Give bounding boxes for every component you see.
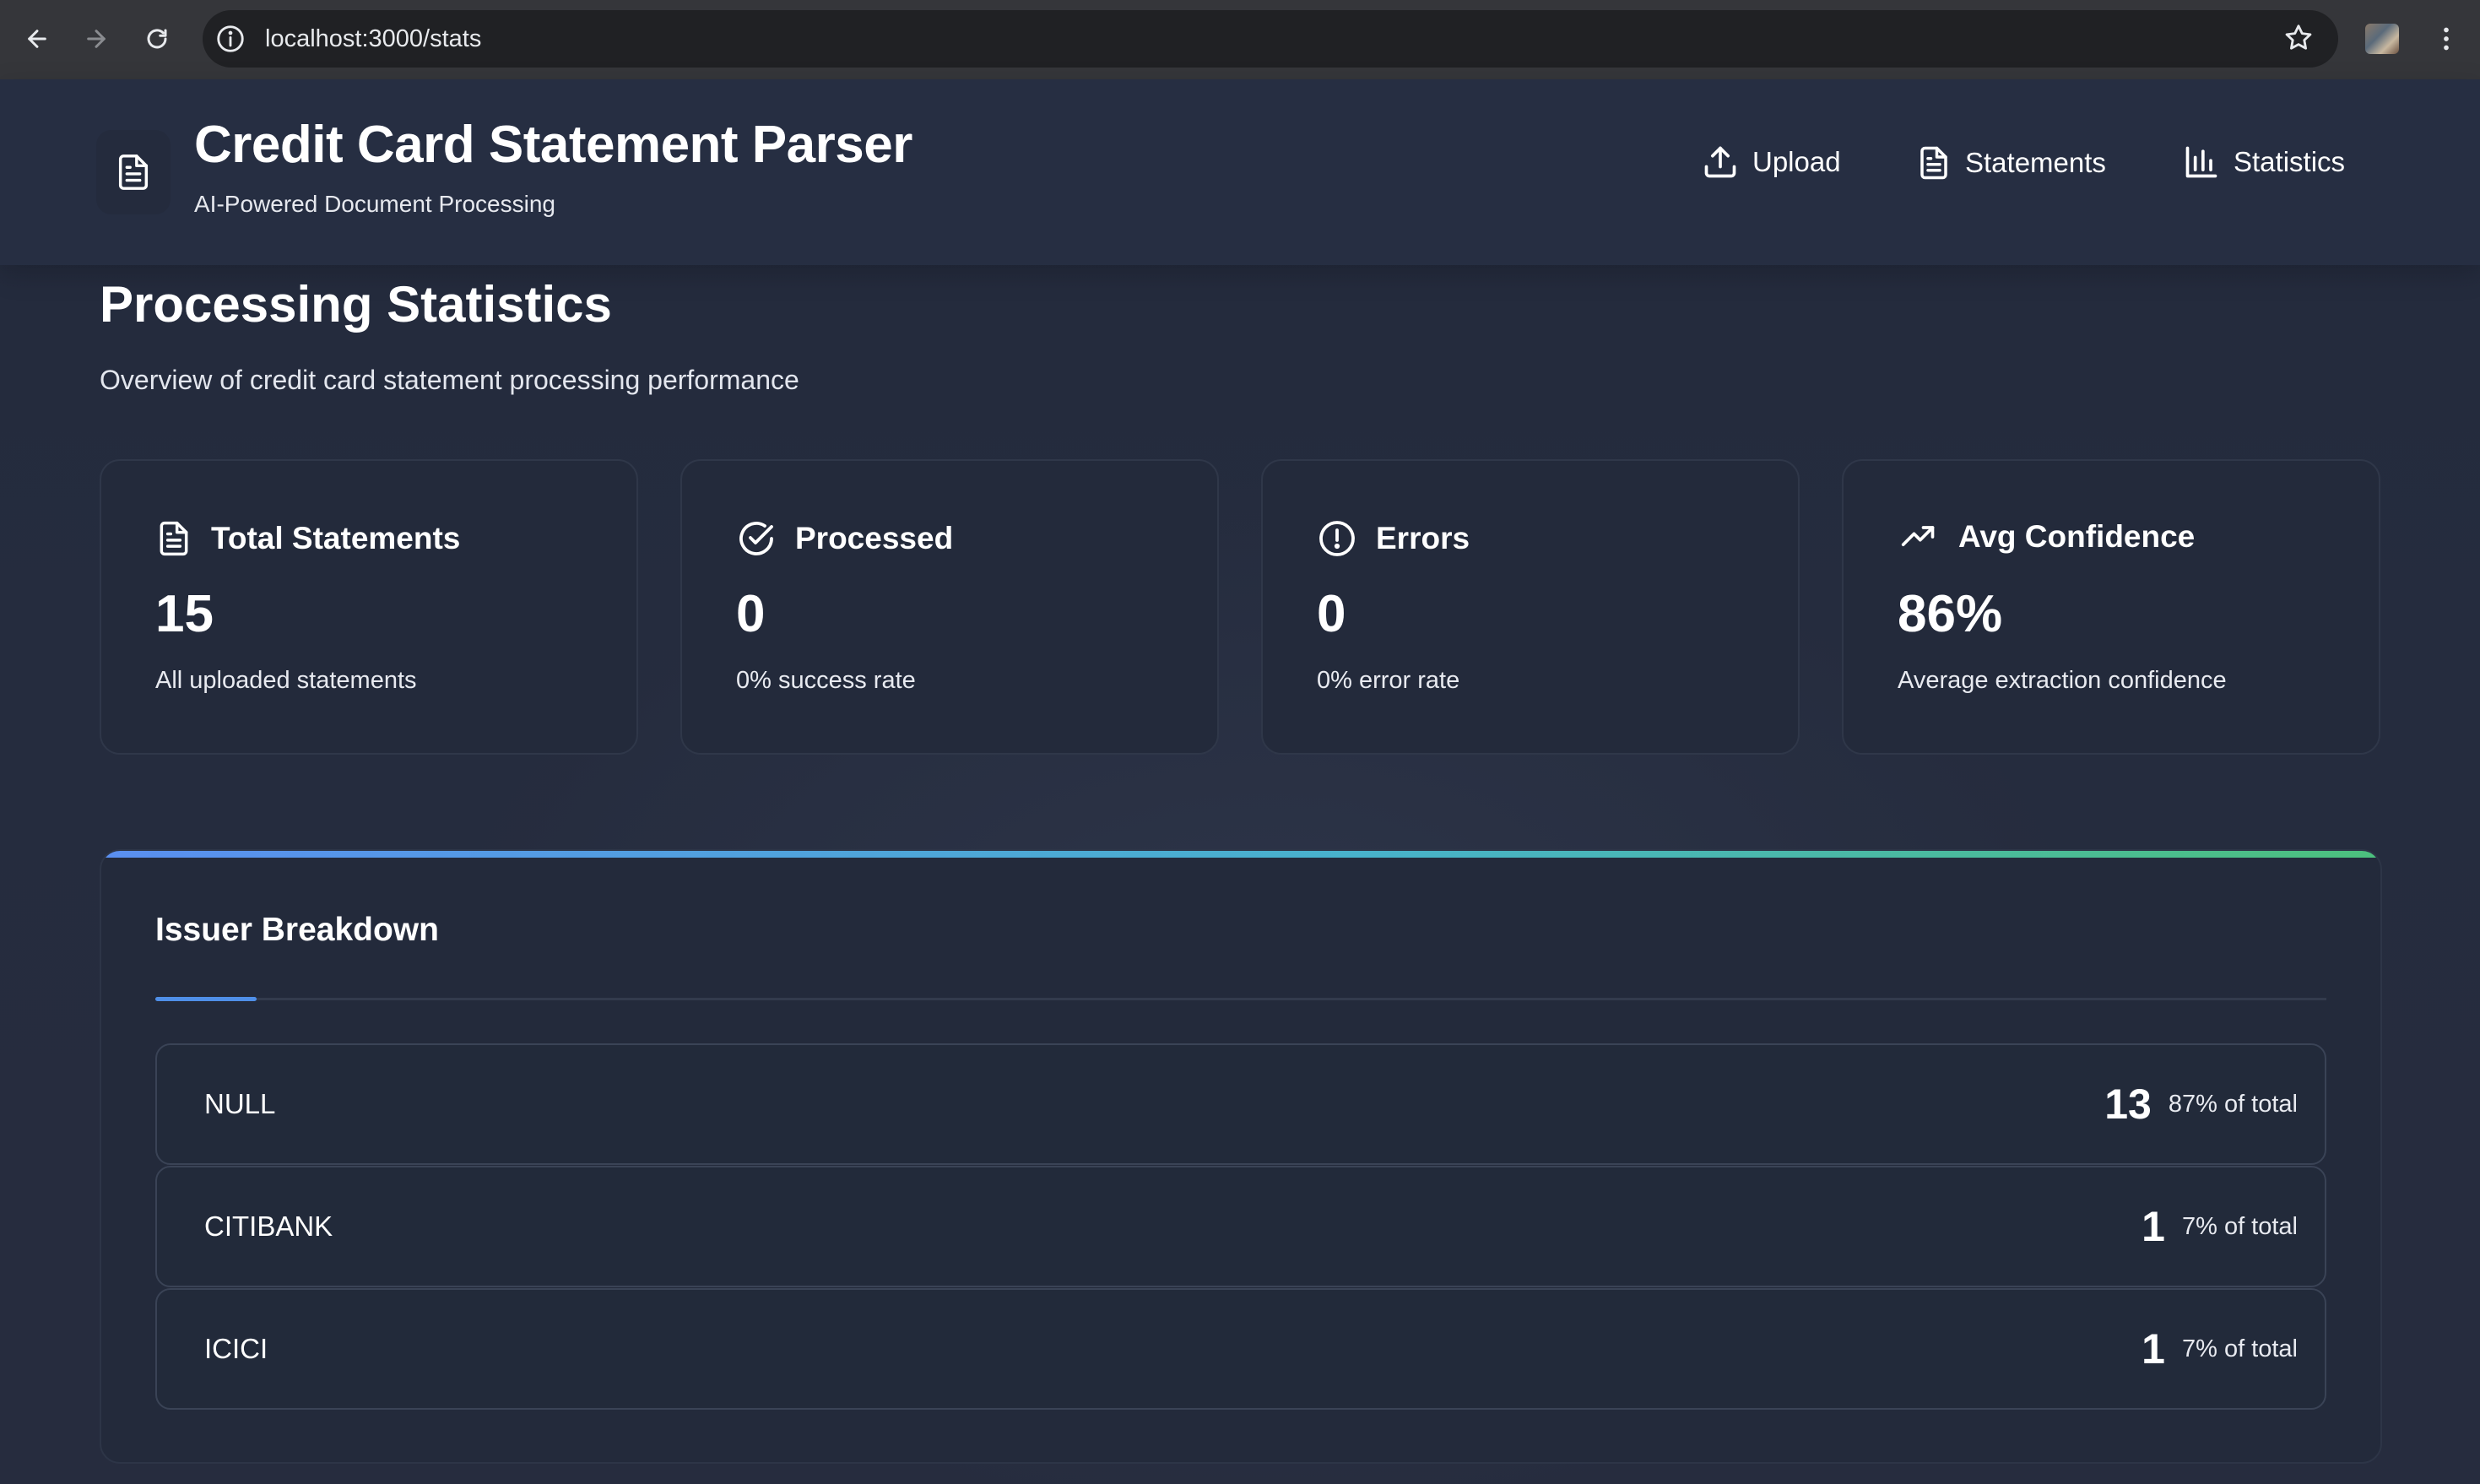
stat-card-errors: Errors 0 0% error rate	[1261, 459, 1800, 755]
url-text[interactable]: localhost:3000/stats	[265, 10, 481, 68]
issuer-row[interactable]: CITIBANK 1 7% of total	[155, 1166, 2326, 1287]
back-button[interactable]	[19, 20, 56, 57]
forward-button[interactable]	[78, 20, 115, 57]
trending-up-icon	[1901, 526, 1935, 546]
stat-label: Errors	[1376, 521, 1470, 555]
issuer-percent: 7% of total	[2181, 1335, 2298, 1362]
page-subtitle: Overview of credit card statement proces…	[100, 365, 799, 395]
issuer-row[interactable]: NULL 13 87% of total	[155, 1043, 2326, 1165]
divider-accent	[155, 997, 257, 1001]
nav-statistics-label: Statistics	[2234, 146, 2346, 177]
nav-statistics[interactable]: Statistics	[2183, 144, 2345, 181]
arrow-right-icon	[87, 30, 106, 48]
issuer-count: 13	[2104, 1081, 2152, 1128]
stat-value: 0	[1317, 585, 1346, 643]
site-info-icon[interactable]	[214, 23, 246, 59]
page: Credit Card Statement Parser AI-Powered …	[0, 79, 2480, 1484]
check-circle-icon	[739, 522, 773, 555]
issuer-name: CITIBANK	[204, 1210, 333, 1242]
stat-value: 86%	[1898, 585, 2003, 643]
stat-label: Processed	[795, 521, 954, 555]
stat-description: All uploaded statements	[155, 667, 417, 694]
nav-upload[interactable]: Upload	[1702, 144, 1841, 181]
issuer-breakdown-panel: Issuer Breakdown NULL 13 87% of total CI…	[100, 849, 2382, 1464]
stat-card-total: Total Statements 15 All uploaded stateme…	[100, 459, 638, 755]
browser-menu-button[interactable]	[2431, 22, 2461, 60]
arrow-left-icon	[28, 30, 46, 48]
reload-icon	[147, 29, 167, 49]
gradient-accent-bar	[101, 851, 2380, 858]
issuer-percent: 87% of total	[2168, 1090, 2298, 1118]
document-icon	[1920, 146, 1947, 180]
stat-label: Avg Confidence	[1958, 519, 2196, 554]
issuer-name: ICICI	[204, 1333, 268, 1364]
stat-description: Average extraction confidence	[1898, 667, 2227, 694]
issuer-count: 1	[2142, 1325, 2165, 1373]
stat-label: Total Statements	[211, 521, 461, 555]
bookmark-star-icon[interactable]	[2282, 22, 2315, 58]
more-vertical-icon	[2444, 27, 2449, 51]
stat-value: 15	[155, 585, 214, 643]
app-subtitle: AI-Powered Document Processing	[194, 191, 555, 217]
stat-card-processed: Processed 0 0% success rate	[680, 459, 1219, 755]
document-icon	[160, 521, 188, 556]
nav-statements-label: Statements	[1965, 147, 2106, 178]
stat-description: 0% success rate	[736, 667, 916, 694]
issuer-percent: 7% of total	[2181, 1212, 2298, 1240]
stat-description: 0% error rate	[1317, 667, 1460, 694]
issuer-count: 1	[2142, 1203, 2165, 1250]
nav-statements[interactable]: Statements	[1916, 144, 2106, 182]
page-title: Processing Statistics	[100, 276, 612, 333]
stat-card-confidence: Avg Confidence 86% Average extraction co…	[1842, 459, 2380, 755]
breakdown-title: Issuer Breakdown	[155, 912, 439, 948]
issuer-name: NULL	[204, 1088, 276, 1119]
divider	[155, 998, 2326, 1000]
app-logo[interactable]	[96, 130, 171, 214]
nav-upload-label: Upload	[1752, 146, 1841, 177]
document-icon	[118, 154, 149, 190]
reload-button[interactable]	[138, 20, 176, 57]
issuer-row[interactable]: ICICI 1 7% of total	[155, 1288, 2326, 1410]
stat-value: 0	[736, 585, 766, 643]
address-bar[interactable]: localhost:3000/stats	[203, 10, 2338, 68]
app-title: Credit Card Statement Parser	[194, 116, 912, 174]
upload-icon	[1704, 146, 1736, 178]
profile-avatar[interactable]	[2365, 24, 2399, 54]
browser-toolbar: localhost:3000/stats	[0, 0, 2480, 80]
alert-circle-icon	[1319, 521, 1355, 556]
bar-chart-icon	[2185, 146, 2217, 178]
